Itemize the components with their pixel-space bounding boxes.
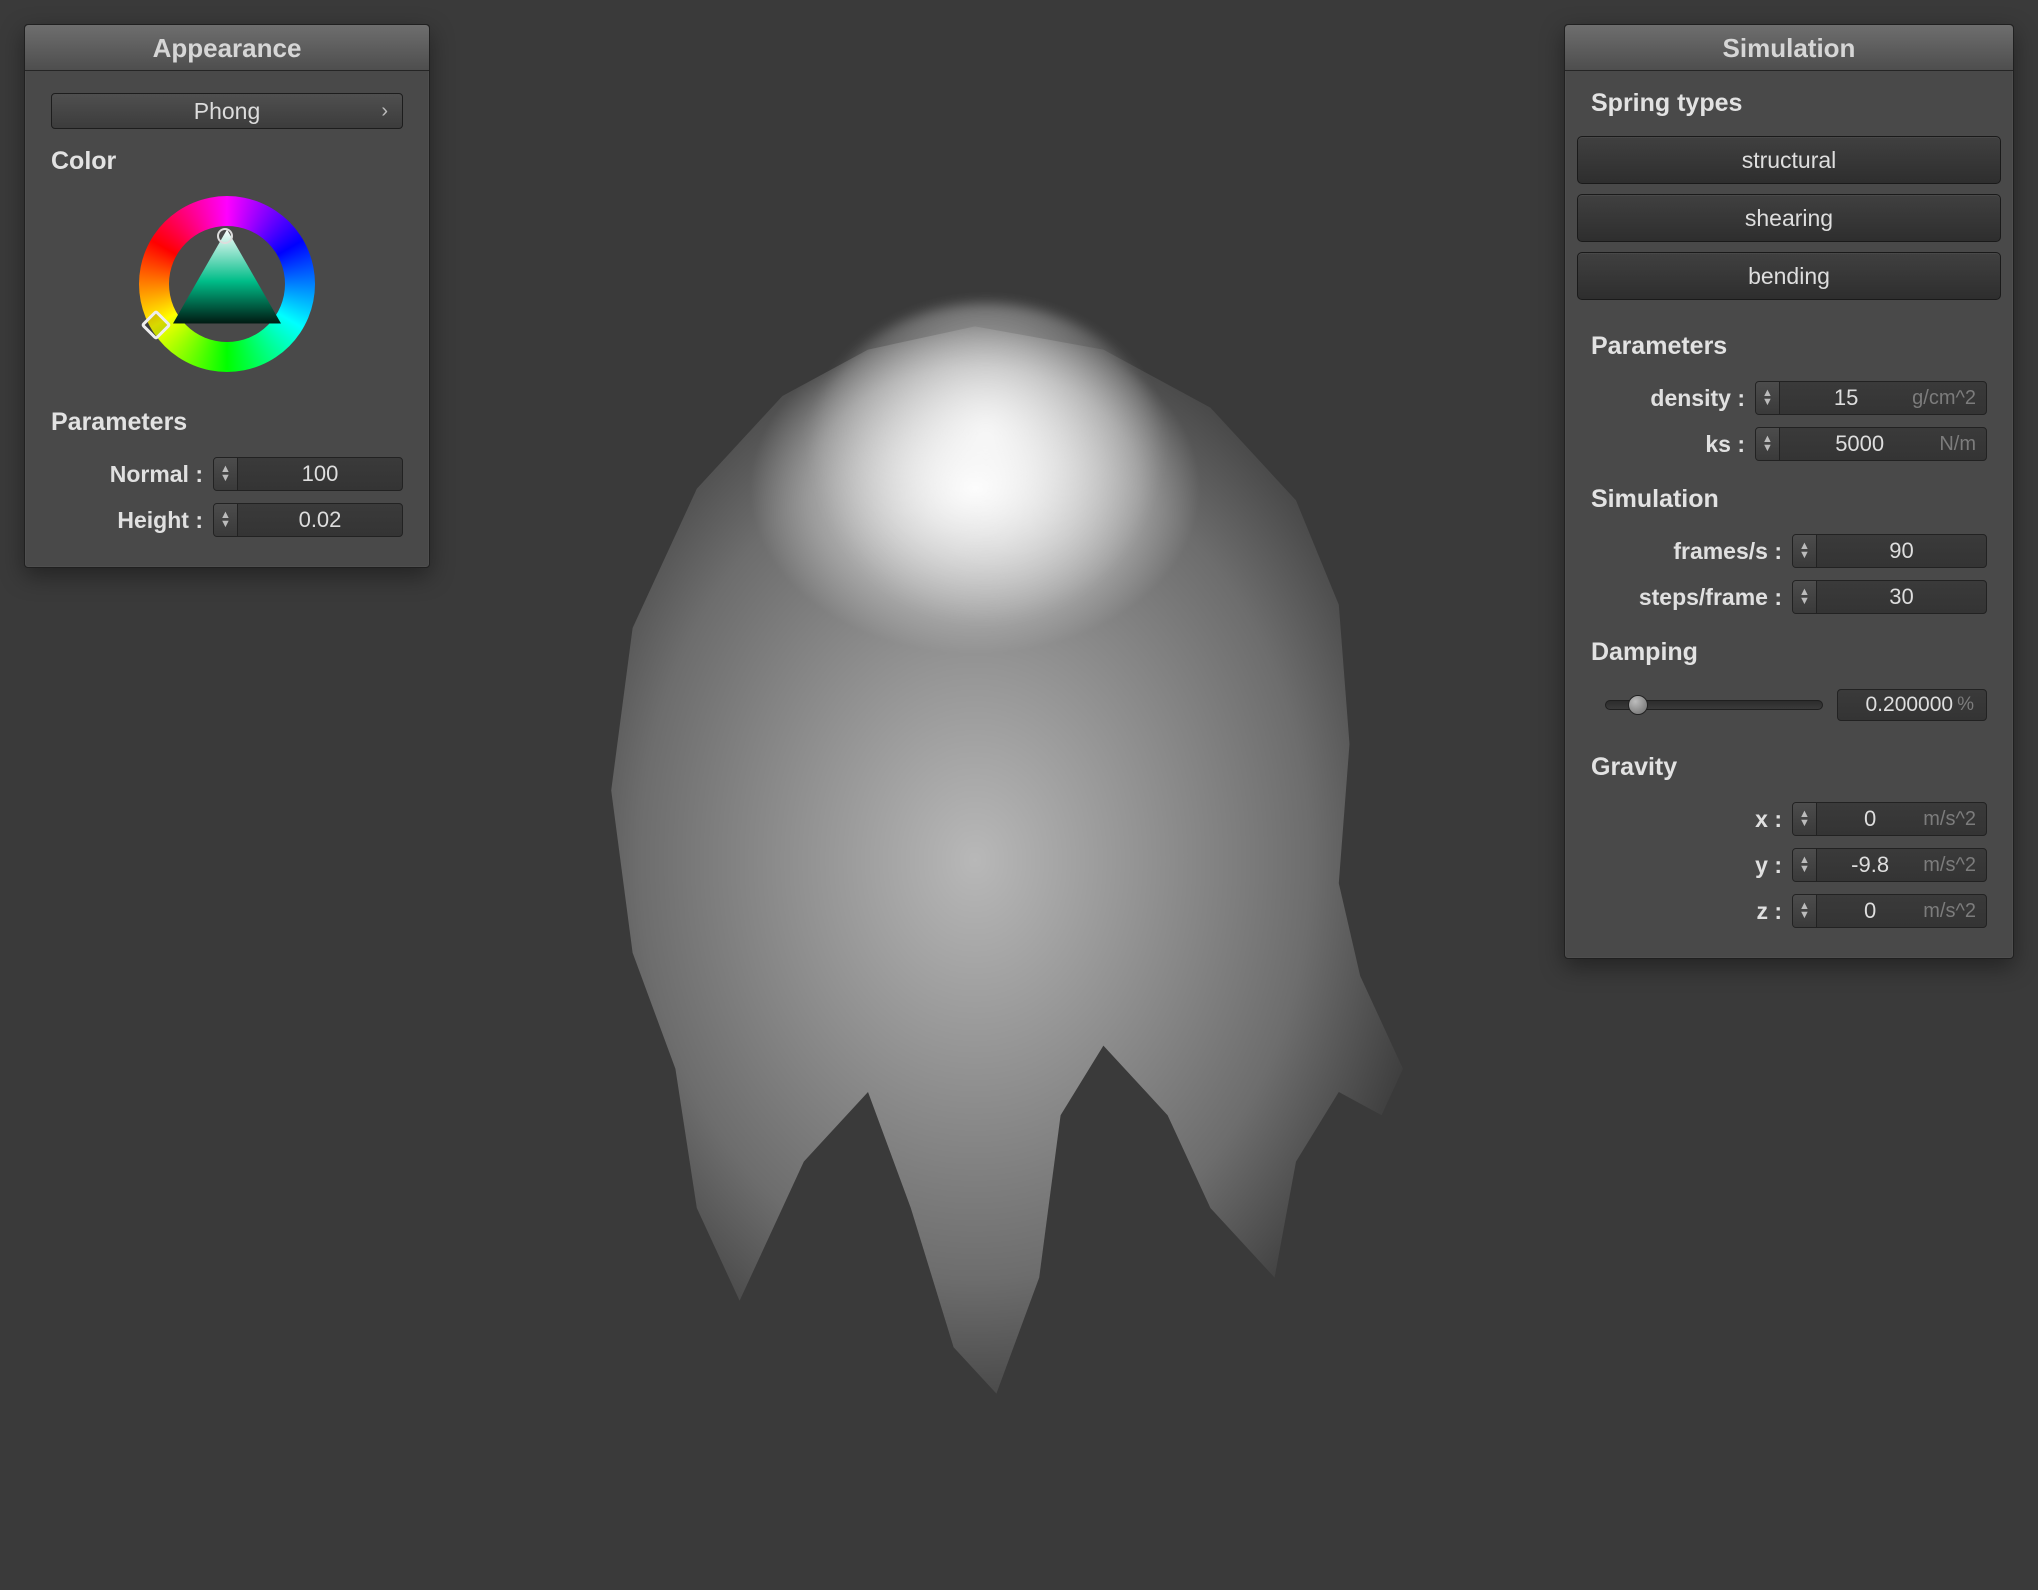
- spinner-icon[interactable]: ▲▼: [214, 504, 238, 536]
- gravity-label: Gravity: [1591, 753, 1987, 782]
- normal-value: 100: [238, 461, 402, 487]
- steps-label: steps/frame :: [1639, 584, 1782, 611]
- shader-dropdown[interactable]: Phong ›: [51, 93, 403, 129]
- gravity-z-input[interactable]: ▲▼ 0 m/s^2: [1792, 894, 1987, 928]
- appearance-panel: Appearance Phong › Color Parameters Norm…: [24, 24, 430, 568]
- chevron-right-icon: ›: [381, 94, 388, 128]
- height-input[interactable]: ▲▼ 0.02: [213, 503, 403, 537]
- ks-label: ks :: [1705, 431, 1745, 458]
- gravity-x-label: x :: [1755, 806, 1782, 833]
- ks-input[interactable]: ▲▼ 5000 N/m: [1755, 427, 1987, 461]
- spinner-icon[interactable]: ▲▼: [1756, 428, 1780, 460]
- steps-input[interactable]: ▲▼ 30: [1792, 580, 1987, 614]
- density-label: density :: [1650, 385, 1745, 412]
- spinner-icon[interactable]: ▲▼: [1793, 803, 1817, 835]
- ks-value: 5000: [1780, 431, 1939, 457]
- cloth-render: [440, 280, 1510, 1440]
- gravity-y-input[interactable]: ▲▼ -9.8 m/s^2: [1792, 848, 1987, 882]
- frames-value: 90: [1817, 538, 1986, 564]
- gravity-y-label: y :: [1755, 852, 1782, 879]
- spring-types-label: Spring types: [1591, 89, 1987, 118]
- normal-label: Normal :: [110, 461, 203, 488]
- spring-structural-button[interactable]: structural: [1577, 136, 2001, 184]
- spinner-icon[interactable]: ▲▼: [1793, 895, 1817, 927]
- simulation-panel-title: Simulation: [1565, 25, 2013, 71]
- color-hue-handle[interactable]: [140, 309, 171, 340]
- spinner-icon[interactable]: ▲▼: [1756, 382, 1780, 414]
- spring-bending-button[interactable]: bending: [1577, 252, 2001, 300]
- spinner-icon[interactable]: ▲▼: [1793, 581, 1817, 613]
- gravity-y-unit: m/s^2: [1923, 854, 1986, 877]
- spinner-icon[interactable]: ▲▼: [1793, 535, 1817, 567]
- height-value: 0.02: [238, 507, 402, 533]
- damping-slider[interactable]: [1605, 700, 1823, 710]
- height-label: Height :: [117, 507, 203, 534]
- color-sv-handle[interactable]: [217, 228, 233, 244]
- damping-unit: %: [1953, 690, 1982, 720]
- gravity-z-value: 0: [1817, 898, 1923, 924]
- gravity-x-value: 0: [1817, 806, 1923, 832]
- gravity-x-unit: m/s^2: [1923, 808, 1986, 831]
- spinner-icon[interactable]: ▲▼: [214, 458, 238, 490]
- gravity-y-value: -9.8: [1817, 852, 1923, 878]
- sim-simulation-label: Simulation: [1591, 485, 1987, 514]
- spring-shearing-button[interactable]: shearing: [1577, 194, 2001, 242]
- normal-input[interactable]: ▲▼ 100: [213, 457, 403, 491]
- sim-parameters-label: Parameters: [1591, 332, 1987, 361]
- color-wheel[interactable]: [139, 196, 315, 372]
- damping-label: Damping: [1591, 638, 1987, 667]
- frames-input[interactable]: ▲▼ 90: [1792, 534, 1987, 568]
- damping-value-box[interactable]: 0.200000 %: [1837, 689, 1987, 721]
- spinner-icon[interactable]: ▲▼: [1793, 849, 1817, 881]
- ks-unit: N/m: [1939, 433, 1986, 456]
- shader-dropdown-value: Phong: [194, 98, 261, 124]
- cloth-highlight: [804, 303, 1168, 628]
- density-unit: g/cm^2: [1912, 387, 1986, 410]
- density-value: 15: [1780, 385, 1912, 411]
- damping-slider-thumb[interactable]: [1628, 695, 1648, 715]
- viewport-render: [440, 280, 1510, 1440]
- frames-label: frames/s :: [1673, 538, 1782, 565]
- gravity-z-label: z :: [1756, 898, 1782, 925]
- density-input[interactable]: ▲▼ 15 g/cm^2: [1755, 381, 1987, 415]
- steps-value: 30: [1817, 584, 1986, 610]
- appearance-parameters-label: Parameters: [51, 408, 403, 437]
- appearance-panel-title: Appearance: [25, 25, 429, 71]
- damping-value: 0.200000: [1866, 690, 1954, 720]
- gravity-x-input[interactable]: ▲▼ 0 m/s^2: [1792, 802, 1987, 836]
- gravity-z-unit: m/s^2: [1923, 900, 1986, 923]
- simulation-panel: Simulation Spring types structural shear…: [1564, 24, 2014, 959]
- color-section-label: Color: [51, 147, 403, 176]
